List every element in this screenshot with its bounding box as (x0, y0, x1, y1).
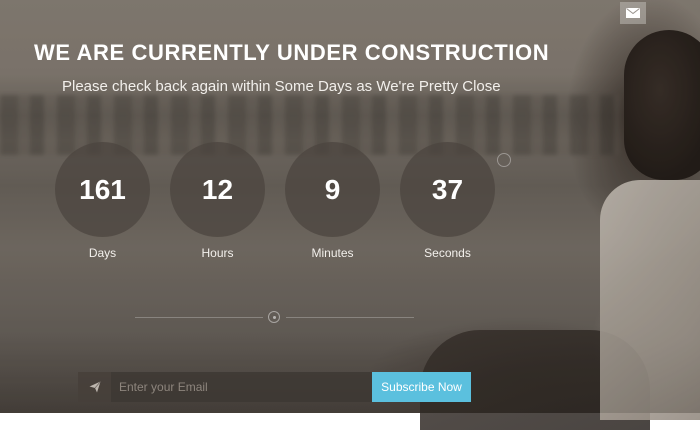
page-subtitle: Please check back again within Some Days… (62, 78, 501, 95)
countdown-hours-label: Hours (201, 246, 234, 260)
countdown-timer: 161 Days 12 Hours 9 Minutes 37 Seconds (55, 142, 525, 272)
divider-dot-icon (268, 311, 280, 323)
envelope-icon (626, 8, 640, 18)
countdown-days-value: 161 (55, 142, 150, 237)
divider-line-right (286, 317, 414, 318)
paper-plane-icon (78, 372, 111, 402)
countdown-days: 161 Days (55, 142, 150, 260)
contact-mail-button[interactable] (620, 2, 646, 24)
countdown-minutes-label: Minutes (311, 246, 354, 260)
page-content: WE ARE CURRENTLY UNDER CONSTRUCTION Plea… (0, 0, 700, 413)
subscribe-button[interactable]: Subscribe Now (372, 372, 471, 402)
countdown-seconds-label: Seconds (424, 246, 471, 260)
countdown-minutes-value: 9 (285, 142, 380, 237)
divider-line-left (135, 317, 263, 318)
page-title: WE ARE CURRENTLY UNDER CONSTRUCTION (34, 40, 550, 65)
countdown-seconds-value: 37 (400, 142, 495, 237)
countdown-hours-value: 12 (170, 142, 265, 237)
countdown-seconds: 37 Seconds (400, 142, 495, 260)
subscribe-form: Subscribe Now (78, 372, 471, 402)
countdown-hours: 12 Hours (170, 142, 265, 260)
email-input[interactable] (111, 372, 372, 402)
countdown-minutes: 9 Minutes (285, 142, 380, 260)
countdown-days-label: Days (88, 246, 117, 260)
